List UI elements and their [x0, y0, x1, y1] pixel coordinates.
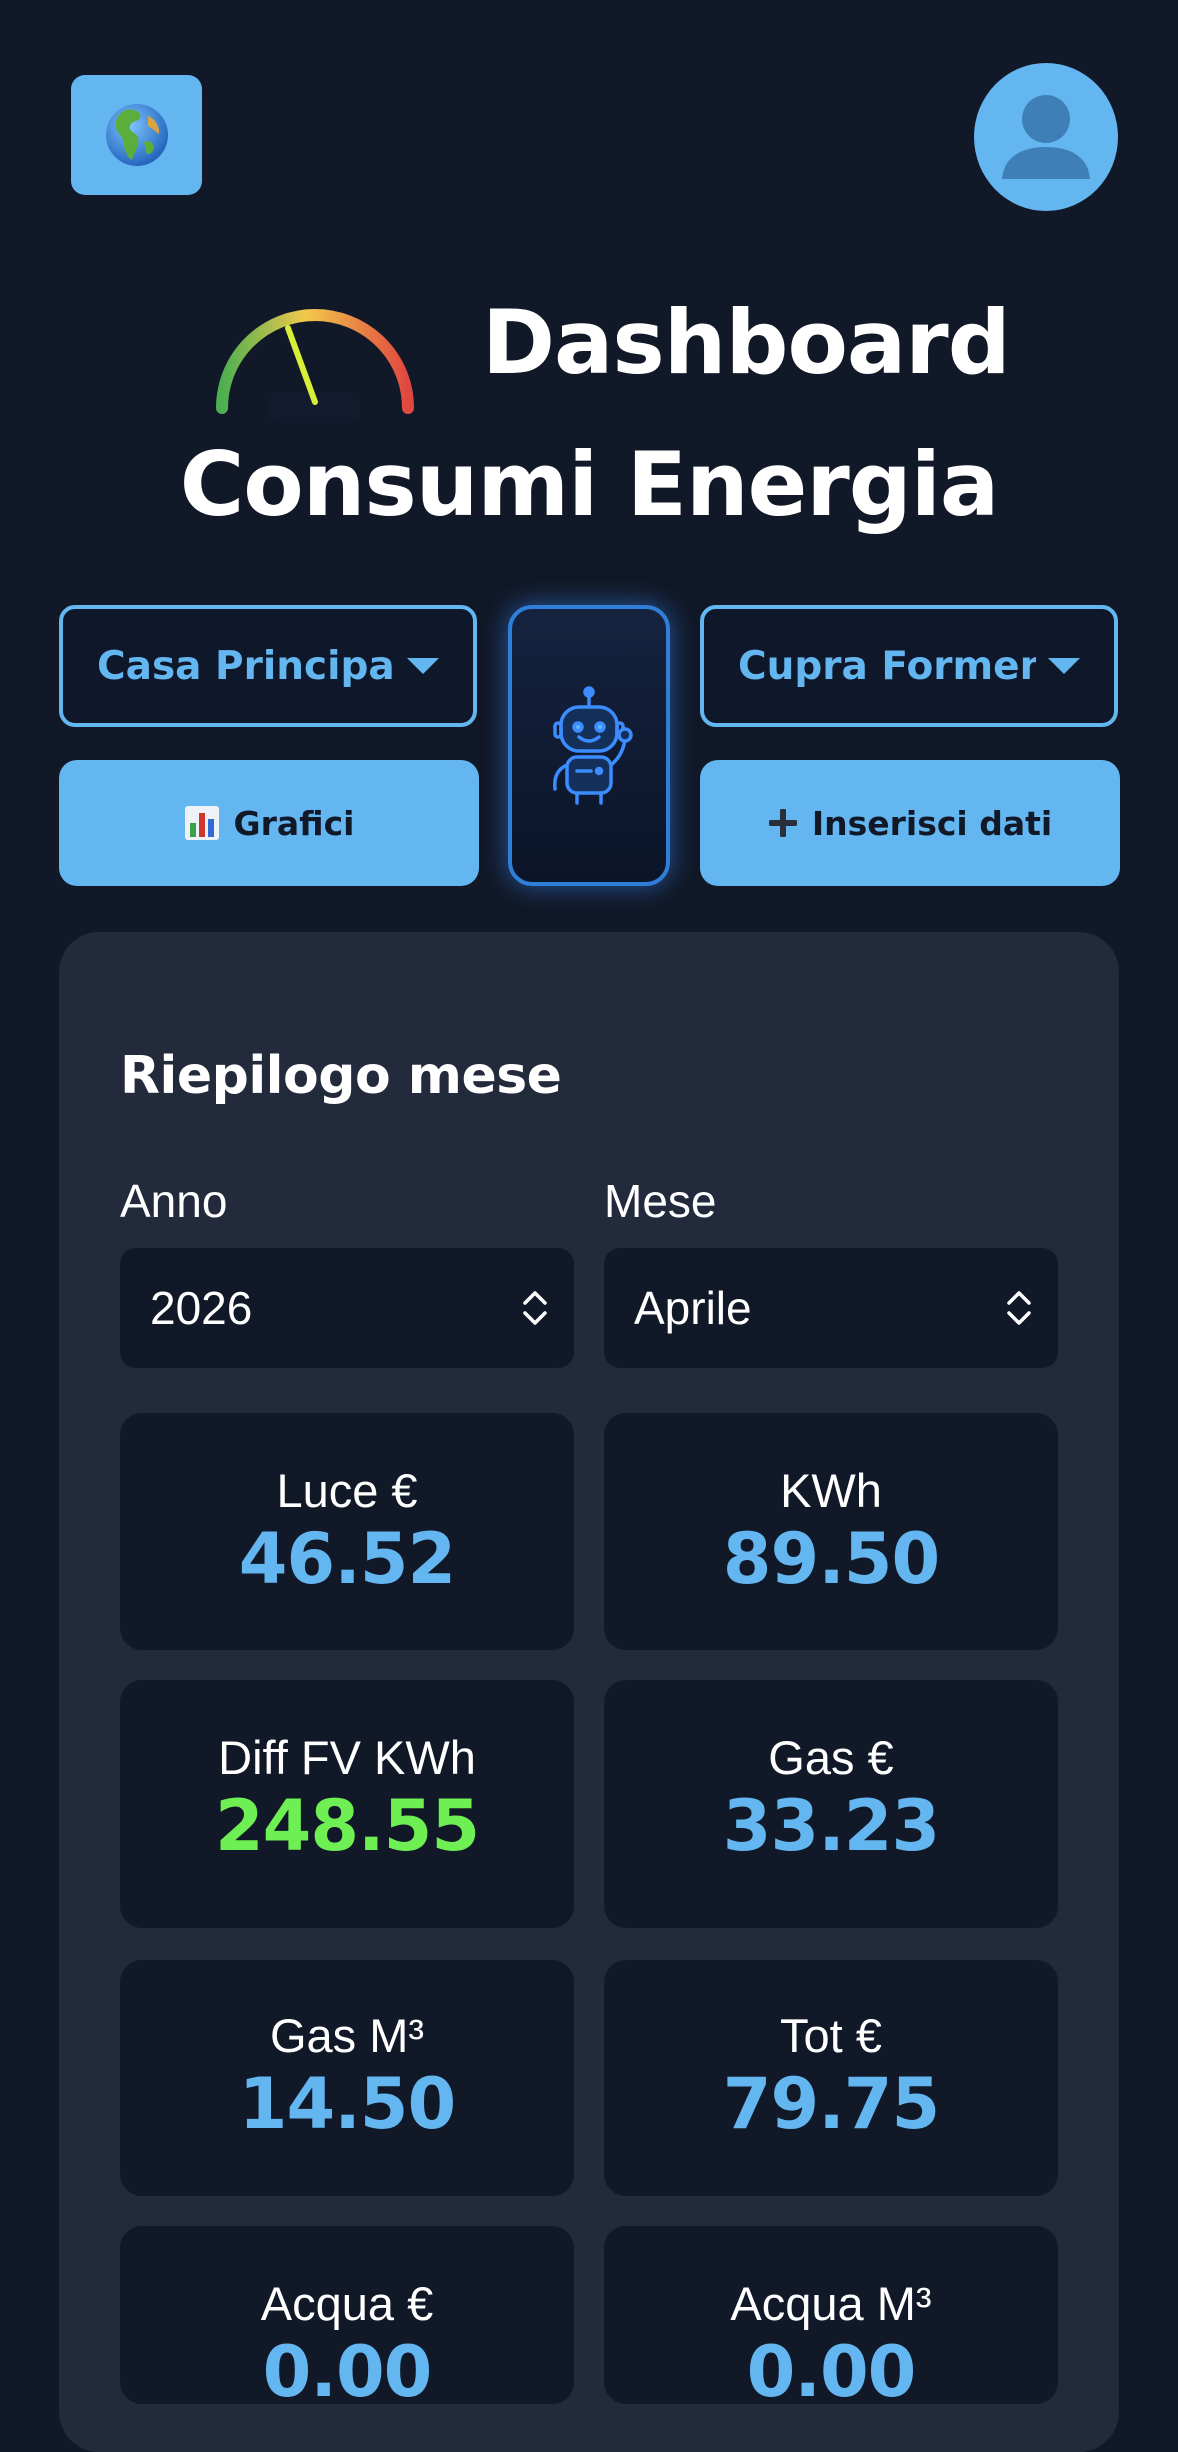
- property-select[interactable]: Casa Principale: [59, 605, 477, 727]
- stat-card-total-cost: Tot € 79.75: [604, 1960, 1058, 2196]
- user-silhouette-icon: [1002, 95, 1090, 179]
- page-title-line2: Consumi Energia: [179, 433, 1000, 536]
- stat-card-gas-volume: Gas M³ 14.50: [120, 1960, 574, 2196]
- stat-value: 46.52: [238, 1518, 456, 1600]
- page-title-line1: Dashboard: [482, 291, 1011, 394]
- stat-value: 248.55: [214, 1785, 480, 1867]
- stat-value: 79.75: [722, 2063, 940, 2145]
- stat-value: 89.50: [722, 1518, 940, 1600]
- stat-card-gas-cost: Gas € 33.23: [604, 1680, 1058, 1928]
- stat-label: Acqua M³: [730, 2277, 932, 2330]
- stat-card-pv-difference: Diff FV KWh 248.55: [120, 1680, 574, 1928]
- stat-label: Acqua €: [260, 2277, 434, 2330]
- month-label: Mese: [604, 1175, 717, 1227]
- charts-button-label: Grafici: [233, 803, 355, 843]
- stat-value: 14.50: [238, 2063, 456, 2145]
- stat-card-kwh: KWh 89.50: [604, 1413, 1058, 1650]
- stat-label: KWh: [780, 1464, 882, 1517]
- year-label: Anno: [120, 1175, 228, 1227]
- stat-value: 0.00: [746, 2331, 917, 2413]
- assistant-button[interactable]: [508, 605, 670, 886]
- stat-label: Gas M³: [269, 2009, 425, 2062]
- profile-button[interactable]: [974, 63, 1118, 211]
- vehicle-select-value: Cupra Formentor: [738, 643, 1036, 689]
- month-select[interactable]: Aprile: [604, 1248, 1058, 1368]
- language-button[interactable]: [71, 75, 202, 195]
- stat-card-electricity-cost: Luce € 46.52: [120, 1413, 574, 1650]
- plus-icon: [768, 809, 797, 837]
- vehicle-select[interactable]: Cupra Formentor: [700, 605, 1118, 727]
- stat-label: Tot €: [780, 2009, 882, 2062]
- caret-down-icon: [407, 658, 439, 674]
- chevron-up-down-icon: [1007, 1291, 1031, 1325]
- stat-label: Gas €: [768, 1731, 894, 1784]
- year-select-value: 2026: [150, 1282, 253, 1334]
- robot-icon: [553, 685, 633, 805]
- stat-card-water-cost: Acqua € 0.00: [120, 2226, 574, 2412]
- charts-button[interactable]: Grafici: [59, 760, 479, 886]
- stat-value: 33.23: [722, 1785, 940, 1867]
- summary-title: Riepilogo mese: [120, 1046, 562, 1106]
- property-select-value: Casa Principale: [97, 643, 395, 689]
- chevron-up-down-icon: [523, 1291, 547, 1325]
- year-select[interactable]: 2026: [120, 1248, 574, 1368]
- stat-card-water-volume: Acqua M³ 0.00: [604, 2226, 1058, 2412]
- stat-value: 0.00: [262, 2331, 433, 2413]
- insert-data-button[interactable]: Inserisci dati: [700, 760, 1120, 886]
- bar-chart-icon: [184, 806, 219, 840]
- globe-icon: [105, 104, 168, 166]
- insert-data-button-label: Inserisci dati: [811, 803, 1053, 843]
- month-select-value: Aprile: [634, 1282, 752, 1334]
- caret-down-icon: [1048, 658, 1080, 674]
- stat-label: Diff FV KWh: [218, 1731, 476, 1784]
- stat-label: Luce €: [276, 1464, 418, 1517]
